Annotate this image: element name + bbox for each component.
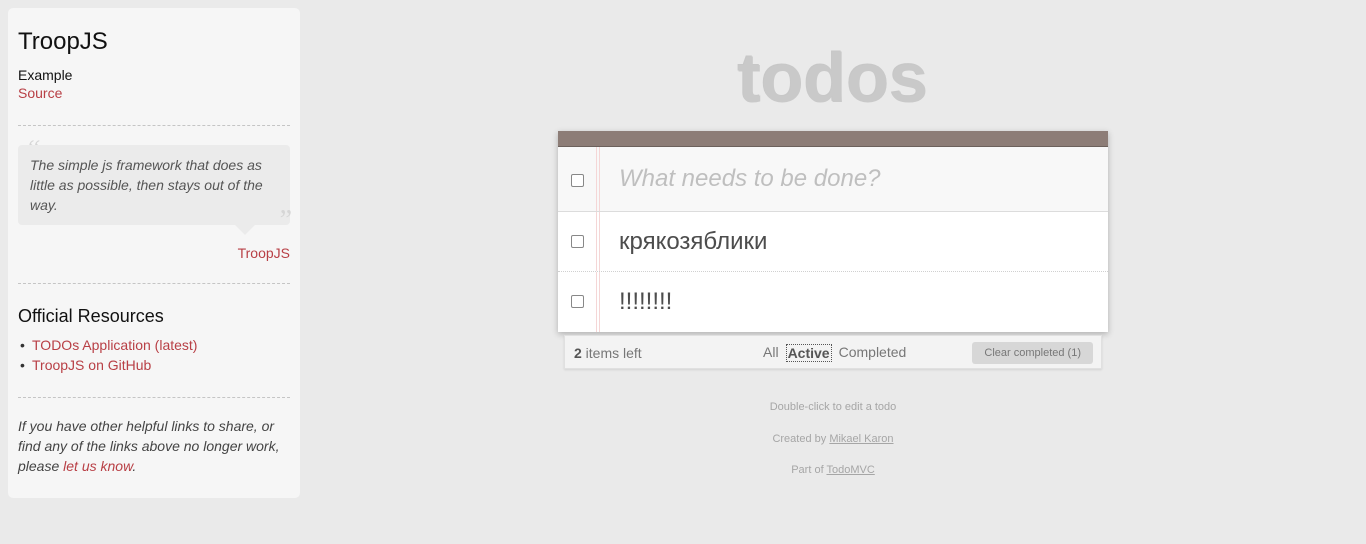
- resources-list: TODOs Application (latest) TroopJS on Gi…: [18, 335, 290, 375]
- app-header-bar: [558, 131, 1108, 147]
- footnote-prefix: If you have other helpful links to share…: [18, 418, 280, 474]
- todo-label[interactable]: крякозяблики: [619, 228, 767, 256]
- quote-author-link[interactable]: TroopJS: [18, 245, 290, 261]
- filter-completed[interactable]: Completed: [838, 344, 908, 362]
- let-us-know-link[interactable]: let us know: [63, 458, 132, 474]
- resource-link-todos-app[interactable]: TODOs Application (latest): [32, 337, 197, 353]
- toggle-all-checkbox[interactable]: [571, 174, 584, 187]
- todomvc-link[interactable]: TodoMVC: [826, 464, 874, 476]
- count-number: 2: [574, 345, 582, 361]
- footnote: If you have other helpful links to share…: [18, 416, 290, 476]
- quote-block: “ The simple js framework that does as l…: [18, 135, 292, 261]
- divider: [18, 397, 290, 398]
- margin-line: [596, 272, 600, 332]
- margin-line: [596, 147, 600, 211]
- todo-label[interactable]: !!!!!!!!: [619, 288, 672, 316]
- resource-link-github[interactable]: TroopJS on GitHub: [32, 357, 151, 373]
- author-link[interactable]: Mikael Karon: [829, 433, 893, 445]
- sidebar-title: TroopJS: [18, 28, 108, 55]
- items-left-count: 2 items left: [574, 345, 642, 361]
- filter-all[interactable]: All: [762, 344, 780, 362]
- margin-line: [596, 212, 600, 271]
- divider: [18, 125, 290, 126]
- sidebar: TroopJS Example Source “ The simple js f…: [8, 8, 300, 498]
- filters: All Active Completed: [762, 344, 907, 362]
- todo-app: What needs to be done? крякозяблики !!!!…: [558, 131, 1108, 332]
- created-prefix: Created by: [772, 433, 830, 445]
- clear-completed-button[interactable]: Clear completed (1): [972, 342, 1093, 364]
- todo-footer: 2 items left All Active Completed Clear …: [564, 335, 1102, 369]
- part-prefix: Part of: [791, 464, 827, 476]
- count-suffix: items left: [581, 345, 642, 361]
- example-label: Example: [18, 67, 73, 83]
- list-item: TODOs Application (latest): [20, 335, 290, 355]
- new-todo-input[interactable]: What needs to be done?: [619, 165, 881, 193]
- divider: [18, 283, 290, 284]
- resources-heading: Official Resources: [18, 306, 164, 326]
- source-link[interactable]: Source: [18, 84, 62, 102]
- todo-toggle-checkbox[interactable]: [571, 295, 584, 308]
- todo-item[interactable]: !!!!!!!!: [558, 272, 1108, 332]
- filter-active[interactable]: Active: [785, 344, 832, 362]
- edit-hint: Double-click to edit a todo: [769, 401, 897, 413]
- new-todo-row: What needs to be done?: [558, 147, 1108, 212]
- list-item: TroopJS on GitHub: [20, 355, 290, 375]
- todo-item[interactable]: крякозяблики: [558, 212, 1108, 272]
- part-of: Part of TodoMVC: [558, 464, 1108, 476]
- footnote-suffix: .: [132, 458, 137, 474]
- created-by: Created by Mikael Karon: [558, 433, 1108, 445]
- todo-toggle-checkbox[interactable]: [571, 235, 584, 248]
- close-quote-icon: ”: [279, 205, 292, 236]
- quote-text: The simple js framework that does as lit…: [18, 145, 290, 235]
- app-title: todos: [737, 39, 929, 117]
